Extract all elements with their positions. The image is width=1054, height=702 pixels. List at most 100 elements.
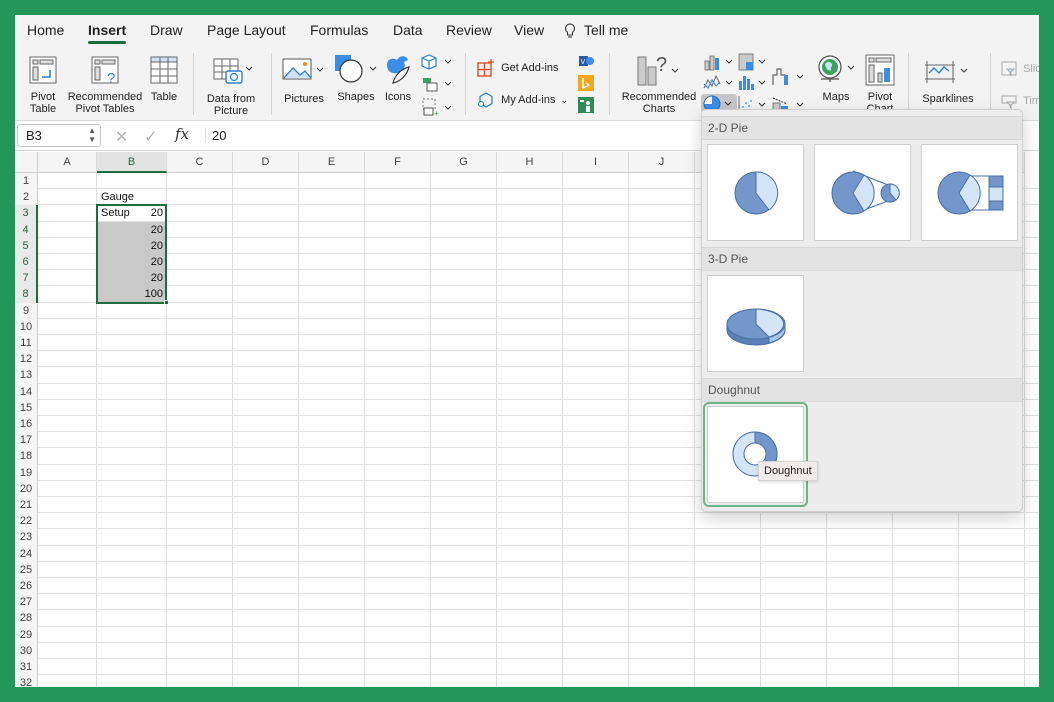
shapes-button[interactable]: Shapes [333,53,379,103]
recommended-charts-button[interactable]: ? Recommended Charts [619,53,699,115]
chart-option-pie[interactable] [707,144,804,241]
row-header-11[interactable]: 11 [15,335,38,352]
slicer-button[interactable]: Slicer [1001,61,1039,77]
column-header-a[interactable]: A [38,152,97,173]
formula-input[interactable]: 20 [205,128,226,143]
row-header-9[interactable]: 9 [15,302,38,319]
row-header-23[interactable]: 23 [15,529,38,546]
waterfall-chart-icon[interactable] [771,65,809,87]
row-header-25[interactable]: 25 [15,561,38,578]
row-header-16[interactable]: 16 [15,416,38,433]
row-header-4[interactable]: 4 [15,221,38,238]
pivot-chart-button[interactable]: Pivot Chart [861,53,899,115]
row-header-19[interactable]: 19 [15,464,38,481]
selection-range [96,204,167,304]
gridline [38,593,1039,595]
fill-handle[interactable] [164,299,169,305]
tab-view[interactable]: View [514,22,544,38]
row-header-20[interactable]: 20 [15,480,38,497]
row-header-15[interactable]: 15 [15,399,38,416]
column-header-c[interactable]: C [167,152,233,173]
row-header-8[interactable]: 8 [15,286,38,303]
my-addins-button[interactable]: My Add-ins ⌄ [477,91,587,109]
tab-page-layout[interactable]: Page Layout [207,22,286,38]
svg-text:+: + [434,109,439,117]
column-header-f[interactable]: F [365,152,431,173]
shapes-icon [335,55,377,83]
table-button[interactable]: Table [148,55,180,103]
tab-insert[interactable]: Insert [88,22,127,44]
cell-b2[interactable]: Gauge Setup [98,189,166,219]
maps-button[interactable]: Maps [815,53,857,103]
row-header-6[interactable]: 6 [15,254,38,271]
hierarchy-chart-icon[interactable] [737,53,769,71]
pivot-table-icon [29,56,57,84]
column-header-j[interactable]: J [629,152,695,173]
column-header-e[interactable]: E [299,152,365,173]
tab-data[interactable]: Data [393,22,423,38]
screenshot-icon[interactable]: + [421,97,453,117]
3d-models-icon[interactable] [421,53,453,71]
visio-icon[interactable]: V [578,53,594,69]
chart-option-doughnut[interactable] [703,402,808,507]
recommended-pivot-tables-button[interactable]: ? Recommended Pivot Tables [65,55,145,115]
section-2d-pie-header: 2-D Pie [702,116,1022,140]
statistic-chart-icon[interactable] [737,73,769,91]
row-header-22[interactable]: 22 [15,513,38,530]
row-header-3[interactable]: 3 [15,205,38,222]
smartart-icon[interactable] [421,75,453,93]
my-addins-label: My Add-ins [501,94,556,106]
enter-icon[interactable]: ✓ [144,127,157,147]
row-header-7[interactable]: 7 [15,270,38,287]
column-chart-icon[interactable] [703,53,735,71]
row-header-24[interactable]: 24 [15,545,38,562]
column-header-h[interactable]: H [497,152,563,173]
icons-button[interactable]: Icons [381,53,415,103]
column-header-g[interactable]: G [431,152,497,173]
insert-function-button[interactable]: fx [175,125,189,143]
people-graph-icon[interactable] [578,97,594,113]
tab-draw[interactable]: Draw [150,22,183,38]
timeline-button[interactable]: Timeline [1001,93,1039,109]
separator [193,53,194,115]
row-header-13[interactable]: 13 [15,367,38,384]
name-box-stepper[interactable]: ▲ ▼ [88,126,96,144]
row-header-18[interactable]: 18 [15,448,38,465]
row-header-28[interactable]: 28 [15,610,38,627]
chart-option-bar-of-pie[interactable] [921,144,1018,241]
row-header-32[interactable]: 32 [15,675,38,687]
row-header-5[interactable]: 5 [15,237,38,254]
row-header-30[interactable]: 30 [15,642,38,659]
pictures-button[interactable]: Pictures [281,55,327,105]
tab-home[interactable]: Home [27,22,64,38]
sparklines-button[interactable]: Sparklines [917,57,979,105]
tab-formulas[interactable]: Formulas [310,22,368,38]
pictures-icon [282,58,324,80]
row-header-26[interactable]: 26 [15,578,38,595]
tab-review[interactable]: Review [446,22,492,38]
row-header-2[interactable]: 2 [15,189,38,206]
get-addins-button[interactable]: Get Add-ins [477,59,577,77]
pivot-table-button[interactable]: Pivot Table [25,55,61,115]
row-header-29[interactable]: 29 [15,626,38,643]
row-header-31[interactable]: 31 [15,659,38,676]
column-header-b[interactable]: B [97,152,167,173]
select-all-corner[interactable] [15,152,38,173]
row-header-12[interactable]: 12 [15,351,38,368]
column-header-i[interactable]: I [563,152,629,173]
line-chart-icon[interactable] [703,73,735,91]
row-header-17[interactable]: 17 [15,432,38,449]
row-header-1[interactable]: 1 [15,173,38,190]
row-header-21[interactable]: 21 [15,497,38,514]
column-header-d[interactable]: D [233,152,299,173]
data-from-picture-button[interactable]: Data from Picture [201,57,261,117]
tab-tell-me[interactable]: Tell me [584,22,628,38]
row-header-14[interactable]: 14 [15,383,38,400]
chart-option-pie-of-pie[interactable] [814,144,911,241]
cancel-icon[interactable]: ✕ [115,127,128,147]
row-header-27[interactable]: 27 [15,594,38,611]
name-box[interactable]: B3 ▲ ▼ [17,124,101,147]
bing-icon[interactable] [578,75,594,91]
chart-option-3d-pie[interactable] [707,275,804,372]
row-header-10[interactable]: 10 [15,318,38,335]
